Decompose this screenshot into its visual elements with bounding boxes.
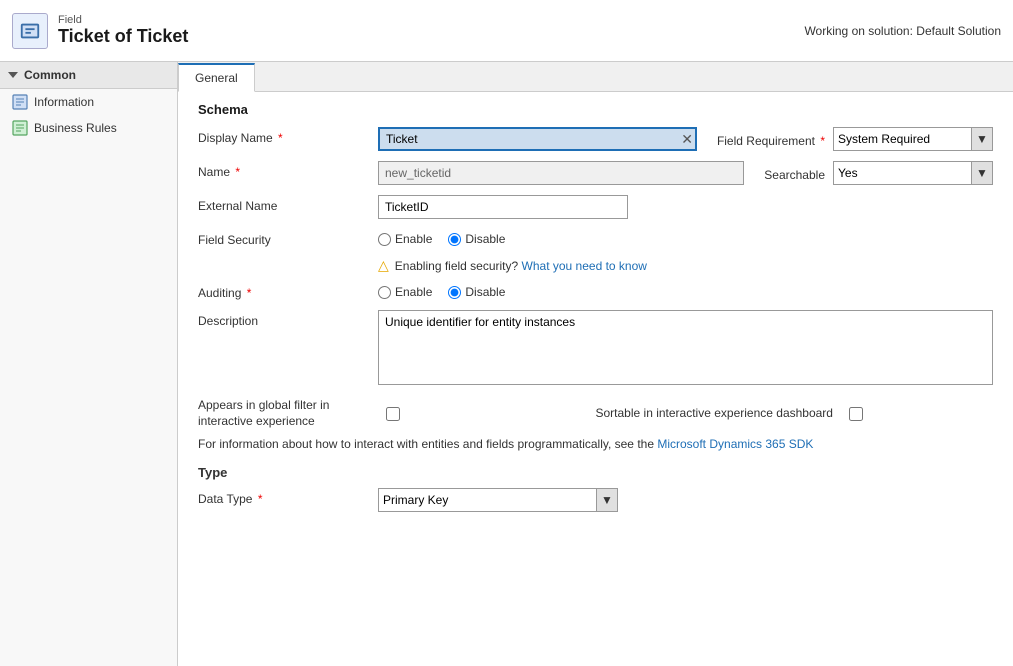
name-label: Name *	[198, 161, 378, 179]
field-security-row: Field Security Enable Disable	[198, 229, 993, 247]
searchable-label: Searchable	[764, 164, 825, 182]
external-name-label: External Name	[198, 195, 378, 213]
auditing-enable-radio[interactable]	[378, 286, 391, 299]
display-name-clear-button[interactable]: ✕	[681, 132, 693, 146]
display-name-row: Display Name * ✕ Field Requirement *	[198, 127, 993, 151]
external-name-input[interactable]	[378, 195, 628, 219]
field-security-radio-group: Enable Disable	[378, 229, 993, 246]
content-area: General Schema Display Name * ✕	[178, 62, 1013, 666]
sidebar-item-business-rules[interactable]: Business Rules	[0, 115, 177, 141]
data-type-control: Primary Key ▼	[378, 488, 993, 512]
field-security-disable-radio[interactable]	[448, 233, 461, 246]
display-name-label: Display Name *	[198, 127, 378, 145]
header-left: Field Ticket of Ticket	[12, 13, 188, 49]
triangle-down-icon	[8, 72, 18, 78]
header-title: Ticket of Ticket	[58, 26, 188, 47]
field-security-label: Field Security	[198, 229, 378, 247]
sortable-checkbox[interactable]	[849, 407, 863, 421]
field-requirement-select[interactable]: System Required	[833, 127, 993, 151]
appears-in-filter-label: Appears in global filter in interactive …	[198, 398, 378, 429]
working-on-solution: Working on solution: Default Solution	[804, 24, 1001, 38]
type-section-title: Type	[198, 465, 993, 480]
tabs: General	[178, 62, 1013, 92]
sidebar-item-information-label: Information	[34, 95, 94, 109]
field-security-enable-label[interactable]: Enable	[378, 232, 432, 246]
name-input[interactable]	[378, 161, 744, 185]
appears-in-filter-col: Appears in global filter in interactive …	[198, 398, 596, 429]
field-icon	[12, 13, 48, 49]
sidebar-item-information[interactable]: Information	[0, 89, 177, 115]
warning-link[interactable]: What you need to know	[522, 259, 647, 273]
header-subtitle: Field	[58, 14, 188, 26]
auditing-radio-group: Enable Disable	[378, 282, 993, 299]
field-security-control: Enable Disable	[378, 229, 993, 246]
description-control: Unique identifier for entity instances	[378, 310, 993, 388]
description-row: Description Unique identifier for entity…	[198, 310, 993, 388]
sidebar-item-business-rules-label: Business Rules	[34, 121, 117, 135]
checkbox-row: Appears in global filter in interactive …	[198, 398, 993, 429]
field-security-enable-radio[interactable]	[378, 233, 391, 246]
searchable-select[interactable]: Yes	[833, 161, 993, 185]
data-type-select[interactable]: Primary Key	[378, 488, 618, 512]
information-icon	[12, 94, 28, 110]
app-container: Field Ticket of Ticket Working on soluti…	[0, 0, 1013, 666]
auditing-disable-label[interactable]: Disable	[448, 285, 505, 299]
auditing-disable-radio[interactable]	[448, 286, 461, 299]
display-name-control: ✕	[378, 127, 697, 151]
sdk-link[interactable]: Microsoft Dynamics 365 SDK	[657, 437, 813, 451]
external-name-row: External Name	[198, 195, 993, 219]
description-textarea[interactable]: Unique identifier for entity instances	[378, 310, 993, 385]
auditing-enable-label[interactable]: Enable	[378, 285, 432, 299]
name-control	[378, 161, 744, 185]
tab-general[interactable]: General	[178, 63, 255, 92]
sidebar: Common Information Business Rule	[0, 62, 178, 666]
form-body: Schema Display Name * ✕	[178, 92, 1013, 542]
field-security-disable-label[interactable]: Disable	[448, 232, 505, 246]
warning-row: △ Enabling field security? What you need…	[378, 257, 993, 274]
sidebar-section-common[interactable]: Common	[0, 62, 177, 89]
main-layout: Common Information Business Rule	[0, 62, 1013, 666]
data-type-label: Data Type *	[198, 488, 378, 506]
sidebar-section-label: Common	[24, 68, 76, 82]
searchable-control: Yes ▼	[833, 161, 993, 185]
business-rules-icon	[12, 120, 28, 136]
auditing-control: Enable Disable	[378, 282, 993, 299]
schema-section-title: Schema	[198, 102, 993, 117]
data-type-row: Data Type * Primary Key ▼	[198, 488, 993, 512]
auditing-row: Auditing * Enable Disable	[198, 282, 993, 300]
field-requirement-label: Field Requirement *	[717, 130, 825, 148]
warning-icon: △	[378, 257, 389, 274]
auditing-label: Auditing *	[198, 282, 378, 300]
header: Field Ticket of Ticket Working on soluti…	[0, 0, 1013, 62]
appears-in-filter-checkbox[interactable]	[386, 407, 400, 421]
display-name-input-wrapper: ✕	[378, 127, 697, 151]
warning-text: Enabling field security? What you need t…	[395, 259, 647, 273]
name-row: Name * Searchable Yes	[198, 161, 993, 185]
info-text: For information about how to interact wi…	[198, 437, 993, 451]
header-titles: Field Ticket of Ticket	[58, 14, 188, 47]
display-name-input[interactable]	[378, 127, 697, 151]
external-name-control	[378, 195, 993, 219]
sortable-col: Sortable in interactive experience dashb…	[596, 398, 994, 429]
data-type-select-wrapper: Primary Key ▼	[378, 488, 618, 512]
field-requirement-control: System Required ▼	[833, 127, 993, 151]
sortable-label: Sortable in interactive experience dashb…	[596, 406, 833, 422]
display-name-required: *	[275, 131, 283, 145]
description-label: Description	[198, 310, 378, 328]
